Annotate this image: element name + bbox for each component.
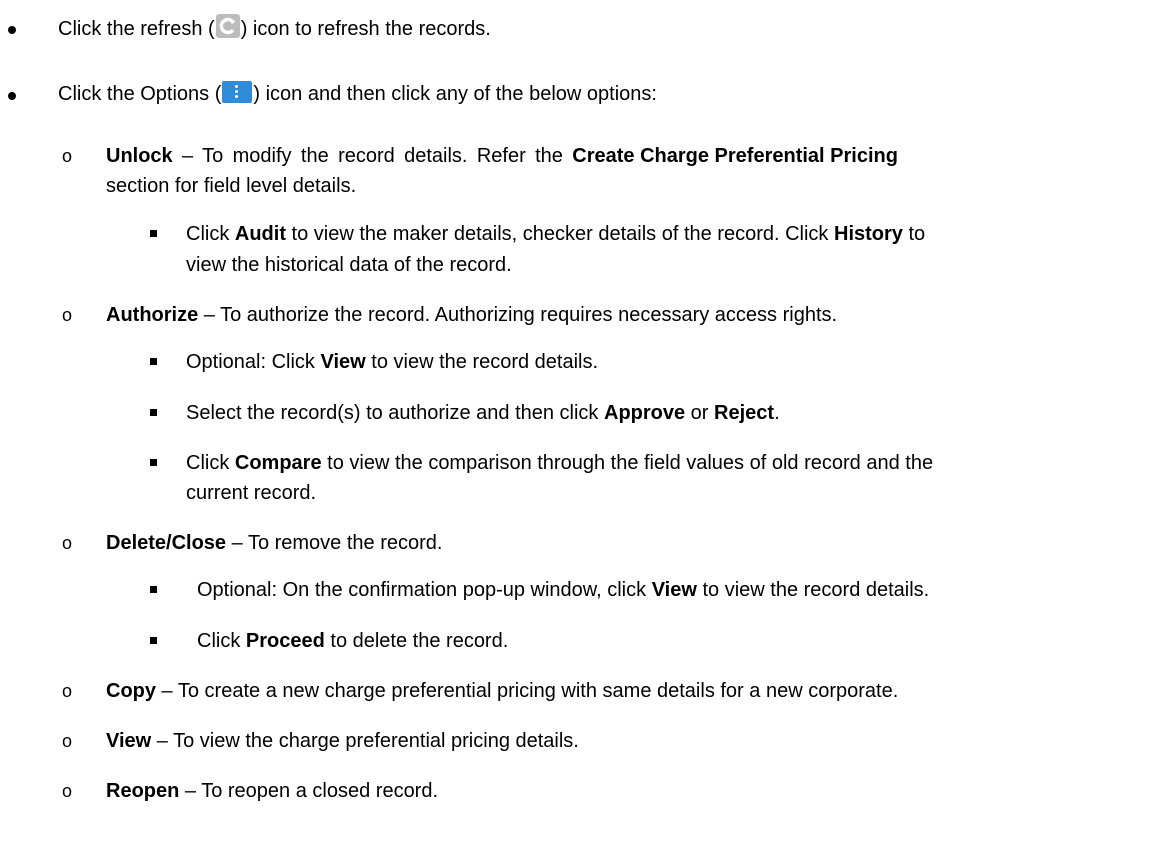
delete-subitem-view: Optional: On the confirmation pop-up win… [197, 576, 929, 604]
bullet-square [150, 586, 157, 593]
del-view-text-b: to view the record details. [696, 579, 930, 601]
authorize-subitem-view: Optional: Click View to view the record … [186, 348, 598, 376]
bullet-dot [8, 92, 16, 100]
authorize-subitem-approve: Select the record(s) to authorize and th… [186, 399, 780, 427]
audit-subitem-cont: view the historical data of the record. [186, 254, 512, 276]
proceed-term: Proceed [245, 630, 325, 652]
copy-item: Copy – To create a new charge preferenti… [106, 677, 898, 705]
del-view-term: View [651, 579, 697, 601]
auth-view-text-a: Optional: Click [186, 351, 321, 373]
authorize-term: Authorize [106, 304, 199, 326]
audit-text-a: Click [186, 223, 235, 245]
bullet-square [150, 358, 157, 365]
proceed-text-a: Click [197, 630, 246, 652]
reject-term: Reject [714, 402, 775, 424]
approve-text-c: . [774, 402, 780, 424]
bullet-circle: o [62, 681, 73, 701]
approve-text-b: or [685, 402, 715, 424]
audit-subitem: Click Audit to view the maker details, c… [186, 220, 925, 248]
unlock-term: Unlock [106, 145, 173, 167]
auth-view-term: View [320, 351, 366, 373]
bullet-circle: o [62, 533, 73, 553]
authorize-text: – To authorize the record. Authorizing r… [198, 304, 838, 326]
unlock-text: – To modify the record details. Refer th… [172, 145, 573, 167]
bullet-circle: o [62, 305, 73, 325]
reopen-term: Reopen [106, 780, 180, 802]
options-instruction: Click the Options ( ) icon and then click… [58, 80, 657, 108]
options-kebab-icon [222, 81, 253, 103]
auth-view-text-b: to view the record details. [365, 351, 599, 373]
authorize-subitem-compare-cont: current record. [186, 482, 317, 504]
bullet-square [150, 637, 157, 644]
refresh-icon [215, 14, 240, 38]
bullet-dot [8, 26, 16, 34]
reopen-item: Reopen – To reopen a closed record. [106, 777, 438, 805]
create-charge-preferential-pricing-ref: Create Charge Preferential Pricing [572, 145, 898, 167]
audit-text-b: to view the maker details, checker detai… [285, 223, 834, 245]
compare-text-a: Click [186, 452, 235, 474]
authorize-item: Authorize – To authorize the record. Aut… [106, 301, 837, 329]
delete-subitem-proceed: Click Proceed to delete the record. [197, 627, 508, 655]
compare-text-b: to view the comparison through the field… [321, 452, 934, 474]
view-text: – To view the charge preferential pricin… [151, 730, 579, 752]
delete-term: Delete/Close [106, 532, 227, 554]
delete-item: Delete/Close – To remove the record. [106, 529, 442, 557]
reopen-text: – To reopen a closed record. [179, 780, 439, 802]
authorize-subitem-compare: Click Compare to view the comparison thr… [186, 449, 933, 477]
options-text-pre: Click the Options ( [58, 83, 222, 105]
audit-text-c: to [902, 223, 926, 245]
view-item: View – To view the charge preferential p… [106, 727, 579, 755]
proceed-text-b: to delete the record. [324, 630, 509, 652]
unlock-item: Unlock – To modify the record details. R… [106, 142, 1164, 170]
unlock-item-cont: section for field level details. [106, 175, 357, 197]
refresh-text-pre: Click the refresh ( [58, 18, 215, 40]
bullet-circle: o [62, 731, 73, 751]
options-text-post: ) icon and then click any of the below o… [253, 83, 657, 105]
history-term: History [834, 223, 903, 245]
audit-term: Audit [234, 223, 286, 245]
view-term: View [106, 730, 152, 752]
copy-text: – To create a new charge preferential pr… [156, 680, 899, 702]
bullet-circle: o [62, 781, 73, 801]
bullet-circle: o [62, 146, 73, 166]
delete-text: – To remove the record. [226, 532, 443, 554]
approve-term: Approve [604, 402, 686, 424]
copy-term: Copy [106, 680, 156, 702]
refresh-text-post: ) icon to refresh the records. [240, 18, 491, 40]
bullet-square [150, 230, 157, 237]
compare-term: Compare [234, 452, 322, 474]
bullet-square [150, 409, 157, 416]
approve-text-a: Select the record(s) to authorize and th… [186, 402, 604, 424]
del-view-text-a: Optional: On the confirmation pop-up win… [197, 579, 652, 601]
refresh-instruction: Click the refresh ( ) icon to refresh the… [58, 14, 491, 43]
bullet-square [150, 459, 157, 466]
